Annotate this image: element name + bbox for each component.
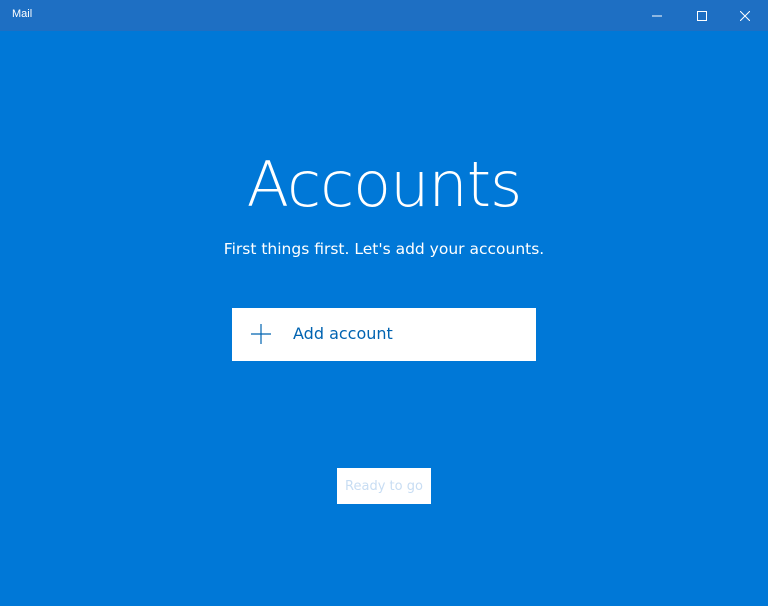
window-title: Mail bbox=[12, 8, 33, 20]
page-subtitle: First things first. Let's add your accou… bbox=[223, 240, 545, 258]
page-title: Accounts bbox=[246, 148, 523, 221]
close-button[interactable] bbox=[722, 0, 768, 31]
add-account-label: Add account bbox=[293, 324, 393, 343]
add-account-button[interactable]: Add account bbox=[232, 308, 536, 361]
minimize-button[interactable] bbox=[634, 0, 680, 31]
title-bar[interactable]: Mail bbox=[0, 0, 768, 31]
accounts-setup-panel: Accounts First things first. Let's add y… bbox=[0, 31, 768, 606]
close-icon bbox=[740, 10, 750, 21]
ready-to-go-label: Ready to go bbox=[345, 478, 423, 494]
ready-to-go-button[interactable]: Ready to go bbox=[337, 468, 431, 504]
maximize-button[interactable] bbox=[679, 0, 725, 31]
mail-window: Mail Accounts First things first. Let's … bbox=[0, 0, 768, 606]
maximize-icon bbox=[697, 10, 707, 21]
plus-icon bbox=[251, 324, 271, 344]
minimize-icon bbox=[652, 15, 662, 16]
